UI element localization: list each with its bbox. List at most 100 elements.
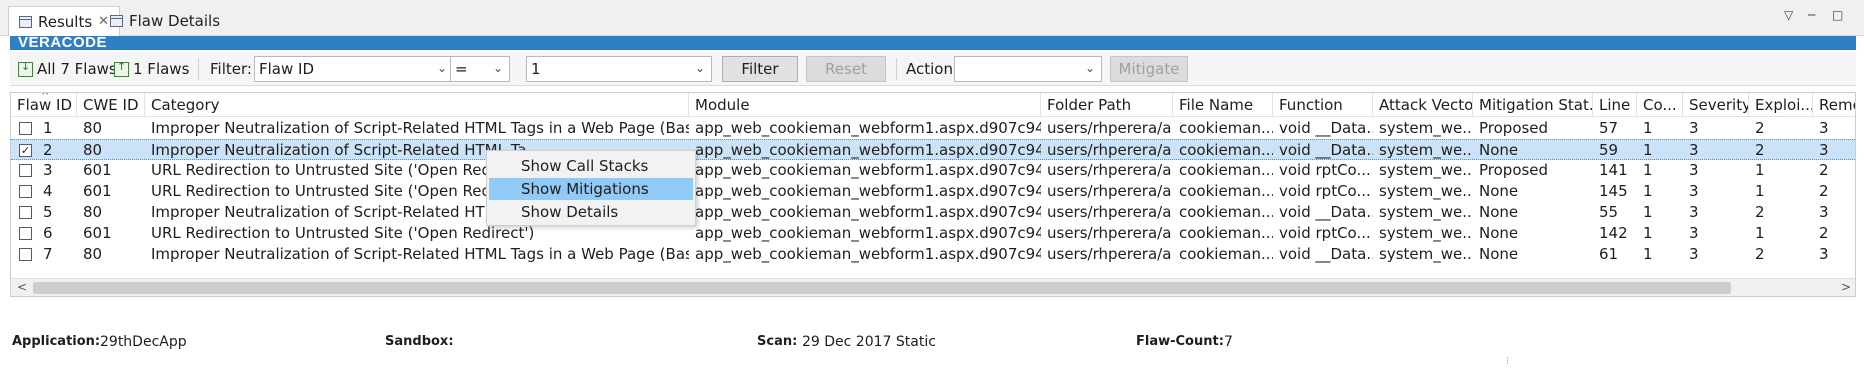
filter-field-value: Flaw ID — [259, 60, 314, 78]
column-header-folder-path[interactable]: Folder Path — [1041, 93, 1173, 117]
upload-icon — [114, 60, 129, 77]
column-header-exploitability[interactable]: Exploi... — [1749, 93, 1813, 117]
veracode-banner: VERACODE — [10, 34, 1856, 51]
row-checkbox[interactable] — [19, 248, 32, 261]
chevron-down-icon: ⌄ — [492, 61, 503, 75]
maximize-icon[interactable]: □ — [1832, 8, 1843, 22]
context-menu: Show Call Stacks Show Mitigations Show D… — [486, 150, 696, 226]
flaw-count-value: 7 — [1224, 334, 1233, 350]
cell-function: void __Data... — [1279, 141, 1373, 159]
column-header-severity[interactable]: Severity — [1683, 93, 1749, 117]
column-header-function[interactable]: Function — [1273, 93, 1373, 117]
cell-folder-path: users/rhperera/a... — [1047, 245, 1173, 263]
column-header-attack-vector[interactable]: Attack Vector — [1373, 93, 1473, 117]
cell-mitigation-status: None — [1479, 224, 1519, 242]
cell-function: void __Data... — [1279, 245, 1373, 263]
menu-item-show-mitigations[interactable]: Show Mitigations — [489, 178, 693, 200]
minimize-icon[interactable]: ─ — [1808, 8, 1815, 22]
column-header-line[interactable]: Line — [1593, 93, 1637, 117]
column-header-cwe-id[interactable]: CWE ID — [77, 93, 145, 117]
resize-grip-icon[interactable]: ⁝ — [1506, 356, 1509, 367]
cell-cwe-id: 80 — [83, 141, 103, 159]
application-label: Application: — [12, 334, 101, 349]
column-header-mitigation-status[interactable]: Mitigation Stat... — [1473, 93, 1593, 117]
menu-item-show-details[interactable]: Show Details — [489, 201, 693, 223]
cell-flaw-id: 1 — [43, 119, 53, 137]
cell-exploitability: 1 — [1755, 224, 1765, 242]
all-flaws-button[interactable]: All 7 Flaws — [18, 56, 117, 82]
view-menu-icon[interactable]: ▽ — [1784, 8, 1793, 22]
table-row[interactable]: 3 601 URL Redirection to Untrusted Site ('… — [11, 160, 1855, 181]
row-checkbox[interactable] — [19, 122, 32, 135]
filter-button[interactable]: Filter — [722, 56, 798, 82]
cell-count: 1 — [1643, 141, 1653, 159]
cell-file-name: cookieman... — [1179, 245, 1273, 263]
cell-module: app_web_cookieman_webform1.aspx.d907c946… — [695, 245, 1041, 263]
chevron-down-icon: ⌄ — [694, 61, 705, 75]
cell-cwe-id: 80 — [83, 203, 103, 221]
cell-remediation: 3 — [1819, 119, 1829, 137]
cell-function: void __Data... — [1279, 119, 1373, 137]
cell-flaw-id: 2 — [43, 141, 53, 159]
row-checkbox[interactable]: ✓ — [19, 144, 32, 157]
table-row[interactable]: ✓ 2 80 Improper Neutralization of Script-Re… — [11, 139, 1855, 160]
tab-flaw-details[interactable]: Flaw Details — [100, 6, 230, 36]
table-row[interactable]: 1 80 Improper Neutralization of Script-Rel… — [11, 118, 1855, 139]
column-header-remediation[interactable]: Reme... — [1813, 93, 1855, 117]
row-checkbox[interactable] — [19, 185, 32, 198]
action-select[interactable]: ⌄ — [954, 56, 1102, 82]
table-row[interactable]: 7 80 Improper Neutralization of Script-Rel… — [11, 244, 1855, 265]
cell-attack-vector: system_we... — [1379, 224, 1473, 242]
cell-remediation: 2 — [1819, 224, 1829, 242]
cell-category: Improper Neutralization of Script-Relate… — [151, 245, 689, 263]
cell-cwe-id: 80 — [83, 119, 103, 137]
row-checkbox[interactable] — [19, 227, 32, 240]
column-header-file-name[interactable]: File Name — [1173, 93, 1273, 117]
toolbar-separator — [896, 58, 897, 80]
chevron-down-icon: ⌄ — [436, 61, 447, 75]
table-row[interactable]: 6 601 URL Redirection to Untrusted Site ('… — [11, 223, 1855, 244]
chevron-down-icon: ⌄ — [1084, 61, 1095, 75]
column-header-flaw-id[interactable]: ^ Flaw ID — [11, 93, 77, 117]
cell-remediation: 3 — [1819, 203, 1829, 221]
operator-select[interactable]: = ⌄ — [450, 56, 510, 82]
cell-file-name: cookieman... — [1179, 203, 1273, 221]
column-header-module[interactable]: Module — [689, 93, 1041, 117]
row-checkbox[interactable] — [19, 206, 32, 219]
filtered-flaws-label: 1 Flaws — [133, 60, 190, 78]
cell-folder-path: users/rhperera/a... — [1047, 203, 1173, 221]
flaw-details-view-icon — [110, 15, 123, 27]
cell-mitigation-status: None — [1479, 182, 1519, 200]
row-checkbox[interactable] — [19, 164, 32, 177]
menu-item-show-call-stacks[interactable]: Show Call Stacks — [489, 155, 693, 177]
toolbar-separator — [198, 58, 199, 80]
cell-mitigation-status: Proposed — [1479, 119, 1549, 137]
scrollbar-thumb[interactable] — [33, 282, 1731, 294]
column-header-category[interactable]: Category — [145, 93, 689, 117]
cell-attack-vector: system_we... — [1379, 182, 1473, 200]
filter-field-select[interactable]: Flaw ID ⌄ — [254, 56, 454, 82]
cell-module: app_web_cookieman_webform1.aspx.d907c946… — [695, 161, 1041, 179]
table-row[interactable]: 4 601 URL Redirection to Untrusted Site ('… — [11, 181, 1855, 202]
cell-line: 142 — [1599, 224, 1628, 242]
cell-function: void __Data... — [1279, 203, 1373, 221]
cell-severity: 3 — [1689, 245, 1699, 263]
mitigate-button[interactable]: Mitigate — [1110, 56, 1188, 82]
scan-label: Scan: — [757, 334, 798, 349]
scroll-right-icon[interactable]: > — [1841, 280, 1851, 294]
reset-button[interactable]: Reset — [806, 56, 886, 82]
horizontal-scrollbar[interactable]: < > — [11, 278, 1855, 296]
cell-count: 1 — [1643, 224, 1653, 242]
scroll-left-icon[interactable]: < — [17, 280, 27, 294]
cell-mitigation-status: None — [1479, 203, 1519, 221]
cell-module: app_web_cookieman_webform1.aspx.d907c946… — [695, 119, 1041, 137]
cell-count: 1 — [1643, 161, 1653, 179]
cell-severity: 3 — [1689, 203, 1699, 221]
cell-severity: 3 — [1689, 119, 1699, 137]
column-header-count[interactable]: Co... — [1637, 93, 1683, 117]
table-row[interactable]: 5 80 Improper Neutralization of Script-Rel… — [11, 202, 1855, 223]
cell-exploitability: 2 — [1755, 203, 1765, 221]
filter-value-select[interactable]: 1 ⌄ — [526, 56, 712, 82]
action-label: Action: — [906, 60, 959, 78]
filtered-flaws-button[interactable]: 1 Flaws — [114, 56, 189, 82]
